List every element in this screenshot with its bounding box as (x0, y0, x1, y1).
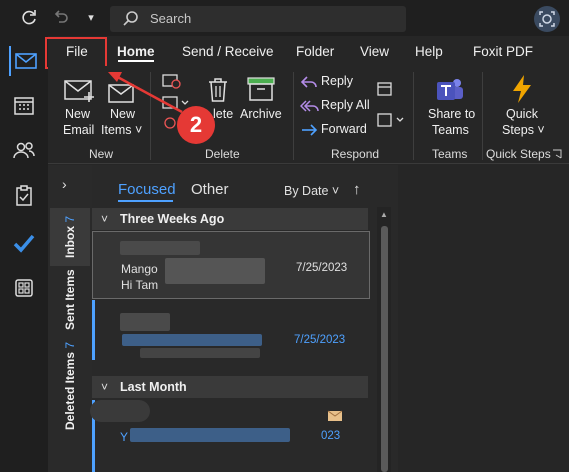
reply-all-label: Reply All (321, 98, 370, 112)
deleted-items-label: Deleted Items (63, 351, 77, 430)
archive-icon (247, 77, 275, 101)
tab-help[interactable]: Help (415, 44, 443, 59)
reply-all-button[interactable]: Reply All (300, 97, 372, 115)
tasks-icon[interactable] (9, 181, 39, 211)
tab-foxit-pdf[interactable]: Foxit PDF (473, 44, 533, 59)
focused-tab[interactable]: Focused (118, 181, 176, 198)
group-label-new: New (89, 147, 114, 161)
other-tab[interactable]: Other (191, 181, 229, 198)
file-tab-highlight (45, 37, 107, 69)
tab-home[interactable]: Home (117, 44, 155, 59)
blurred-preview (140, 348, 260, 358)
forward-icon (302, 124, 318, 136)
search-box[interactable]: Search (110, 6, 406, 32)
meeting-icon[interactable] (376, 81, 394, 97)
lightning-icon (513, 75, 531, 103)
apps-icon[interactable] (9, 273, 39, 303)
ribbon-separator (482, 72, 483, 160)
more-respond-icon[interactable] (376, 112, 406, 128)
reply-icon (300, 76, 317, 88)
message-date: 7/25/2023 (296, 262, 348, 274)
search-placeholder: Search (150, 11, 192, 26)
step-number-badge: 2 (177, 106, 215, 144)
new-email-icon (64, 80, 94, 102)
archive-label: Archive (240, 107, 282, 121)
message-sender: Y (120, 430, 129, 444)
ribbon-separator (293, 72, 294, 160)
share-teams-label-1: Share to (428, 107, 476, 121)
group-label-respond: Respond (331, 147, 380, 161)
message-preview: Hi Tam (121, 278, 159, 292)
inbox-label: Inbox (63, 226, 77, 258)
tab-view[interactable]: View (360, 44, 389, 59)
collapse-chevron-icon[interactable]: ˅ (101, 212, 108, 226)
blurred-sender (90, 400, 150, 422)
search-icon (123, 11, 138, 26)
lens-icon[interactable] (534, 6, 560, 32)
new-email-label-1: New (65, 107, 91, 121)
sent-items-label: Sent Items (63, 269, 77, 330)
group-last-month-label: Last Month (120, 380, 187, 394)
message-sender: Mango (121, 262, 158, 276)
inbox-count: 7 (63, 215, 77, 223)
dialog-launcher-icon[interactable] (552, 149, 562, 159)
reading-pane (398, 165, 569, 472)
ribbon-separator (413, 72, 414, 160)
trash-icon (209, 78, 227, 102)
group-label-delete: Delete (205, 147, 240, 161)
teams-icon (437, 79, 463, 100)
quick-steps-button[interactable]: Quick Steps ˅ (494, 73, 550, 139)
sort-direction-icon[interactable]: ↑ (353, 181, 361, 198)
focused-tab-indicator (118, 200, 173, 202)
scrollbar-thumb[interactable] (381, 226, 388, 472)
share-teams-label-2: Teams (432, 123, 469, 137)
delete-label: lete (213, 107, 234, 121)
folder-sent-items[interactable]: Sent Items (63, 269, 77, 330)
forward-button[interactable]: Forward (300, 121, 370, 139)
reply-button[interactable]: Reply (300, 73, 360, 91)
tab-send-receive[interactable]: Send / Receive (182, 44, 274, 59)
folder-deleted-items[interactable]: Deleted Items 7 (63, 342, 77, 430)
quick-access-dropdown-icon[interactable]: ▾ (80, 8, 102, 28)
sync-icon[interactable] (18, 8, 40, 28)
reply-label: Reply (321, 74, 353, 88)
title-bar: ▾ Search (0, 0, 569, 36)
envelope-icon (327, 410, 343, 421)
collapse-chevron-icon[interactable]: ˅ (101, 380, 108, 394)
calendar-icon[interactable] (9, 91, 39, 121)
todo-check-icon[interactable] (9, 228, 39, 258)
new-email-label-2: Email (63, 123, 95, 137)
app-rail (0, 36, 48, 472)
message-date: 023 (321, 430, 341, 442)
sort-by-dropdown[interactable]: By Date ˅ (284, 184, 339, 198)
group-three-weeks-label: Three Weeks Ago (120, 212, 225, 226)
scroll-up-icon[interactable]: ▲ (380, 210, 388, 219)
expand-folder-pane-icon[interactable]: › (62, 176, 67, 192)
quick-steps-label-2: Steps ˅ (502, 123, 545, 137)
reply-all-icon (300, 100, 319, 112)
forward-label: Forward (321, 122, 367, 136)
blurred-content (165, 258, 265, 284)
group-label-teams: Teams (432, 147, 468, 161)
undo-icon[interactable] (50, 8, 72, 28)
blurred-subject (122, 334, 262, 346)
blurred-sender (120, 313, 170, 331)
blurred-sender (120, 241, 200, 255)
people-icon[interactable] (9, 136, 39, 166)
deleted-items-count: 7 (63, 341, 77, 349)
new-email-button[interactable]: New Email (58, 73, 98, 139)
archive-button[interactable]: Archive (238, 73, 286, 139)
group-label-quick-steps: Quick Steps (486, 147, 551, 161)
mail-icon[interactable] (9, 46, 39, 76)
blurred-subject (130, 428, 290, 442)
share-to-teams-button[interactable]: Share to Teams (424, 73, 476, 139)
quick-steps-label-1: Quick (506, 107, 538, 121)
folder-inbox[interactable]: Inbox 7 (63, 216, 77, 258)
tab-folder[interactable]: Folder (296, 44, 334, 59)
message-date: 7/25/2023 (294, 334, 346, 346)
